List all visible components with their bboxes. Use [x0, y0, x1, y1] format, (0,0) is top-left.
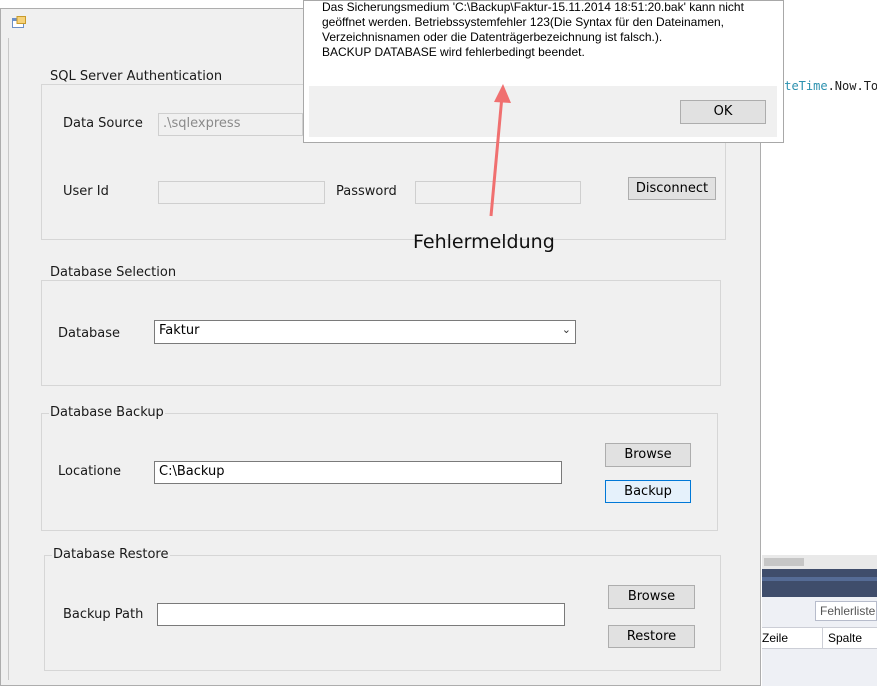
column-header-zeile[interactable]: Zeile	[762, 631, 788, 645]
db-selection-legend: Database Selection	[49, 265, 178, 280]
code-keyword: ateTime	[777, 79, 828, 93]
database-dropdown[interactable]: Faktur ⌄	[154, 320, 576, 344]
ide-panel-titlebar	[762, 569, 877, 597]
location-label: Locatione	[58, 464, 121, 479]
backup-location-input[interactable]: C:\Backup	[154, 461, 562, 484]
backup-button[interactable]: Backup	[605, 480, 691, 503]
user-id-field[interactable]	[158, 181, 325, 204]
sql-auth-legend: SQL Server Authentication	[49, 69, 224, 84]
data-source-field[interactable]: .\sqlexpress	[158, 113, 303, 136]
ok-button[interactable]: OK	[680, 100, 766, 124]
backup-browse-button[interactable]: Browse	[605, 443, 691, 467]
error-message-line: Verzeichnisnamen oder die Datenträgerbez…	[322, 30, 663, 44]
column-header-spalte[interactable]: Spalte	[828, 631, 862, 645]
db-backup-legend: Database Backup	[49, 405, 165, 420]
error-message-line: Das Sicherungsmedium 'C:\Backup\Faktur-1…	[322, 0, 744, 14]
db-restore-legend: Database Restore	[52, 547, 170, 562]
titlebar-stripe	[762, 577, 877, 581]
ide-horizontal-scrollbar[interactable]	[762, 555, 877, 569]
annotation-arrow-icon	[489, 84, 511, 217]
restore-browse-button[interactable]: Browse	[608, 585, 695, 609]
scrollbar-thumb[interactable]	[764, 558, 804, 566]
code-text: .Now.To	[827, 79, 877, 93]
disconnect-button[interactable]: Disconnect	[628, 177, 716, 200]
annotation-label: Fehlermeldung	[413, 231, 555, 253]
chevron-down-icon[interactable]: ⌄	[562, 323, 571, 336]
password-label: Password	[336, 184, 397, 199]
column-divider	[822, 628, 823, 649]
database-label: Database	[58, 326, 121, 341]
data-source-label: Data Source	[63, 116, 143, 131]
restore-button[interactable]: Restore	[608, 625, 695, 648]
error-message-line: BACKUP DATABASE wird fehlerbedingt beend…	[322, 45, 585, 59]
backup-path-input[interactable]	[157, 603, 565, 626]
error-message-line: geöffnet werden. Betriebssystemfehler 12…	[322, 15, 724, 29]
backup-path-label: Backup Path	[63, 607, 144, 622]
app-window-icon	[12, 16, 26, 28]
error-list-search-input[interactable]: Fehlerliste	[815, 601, 877, 621]
code-editor-line: ateTime.Now.To	[777, 79, 877, 93]
error-message-text: Das Sicherungsmedium 'C:\Backup\Faktur-1…	[322, 0, 772, 60]
user-id-label: User Id	[63, 184, 109, 199]
database-selected-value: Faktur	[159, 323, 200, 338]
error-list-header: Zeile Spalte	[762, 627, 877, 649]
